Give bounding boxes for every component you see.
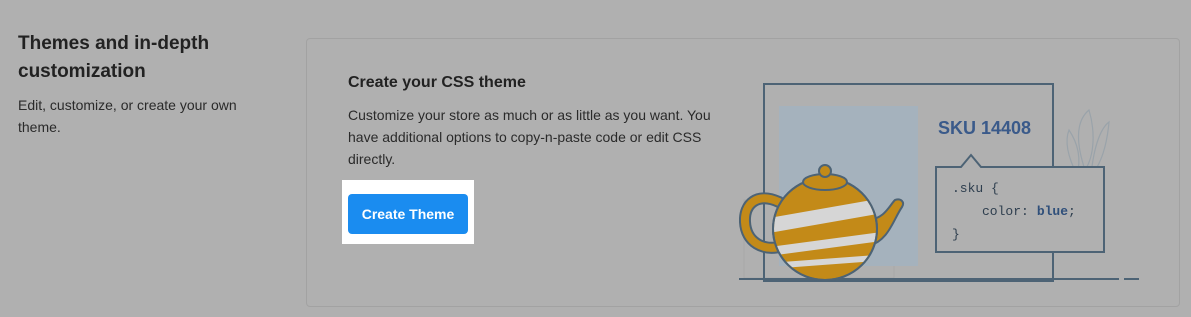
section-title: Themes and in-depth customization <box>18 33 210 82</box>
section-header: Themes and in-depth customization Edit, … <box>18 30 278 138</box>
code-property: color: <box>982 204 1029 219</box>
code-line-1: .sku { <box>952 181 999 196</box>
code-value: blue <box>1037 204 1068 219</box>
teapot-illustration: SKU 14408 .sku { color: blue; } <box>739 83 1139 282</box>
button-highlight: Create Theme <box>342 180 474 244</box>
code-line-3: } <box>952 227 960 242</box>
card-title: Create your CSS theme <box>348 74 526 91</box>
plant-leaf <box>1078 108 1094 172</box>
sku-label: SKU 14408 <box>938 118 1031 138</box>
create-theme-button[interactable]: Create Theme <box>348 194 468 234</box>
section-description: Edit, customize, or create your own them… <box>18 97 237 135</box>
card-description: Customize your store as much or as littl… <box>348 107 711 167</box>
code-semicolon: ; <box>1068 204 1076 219</box>
